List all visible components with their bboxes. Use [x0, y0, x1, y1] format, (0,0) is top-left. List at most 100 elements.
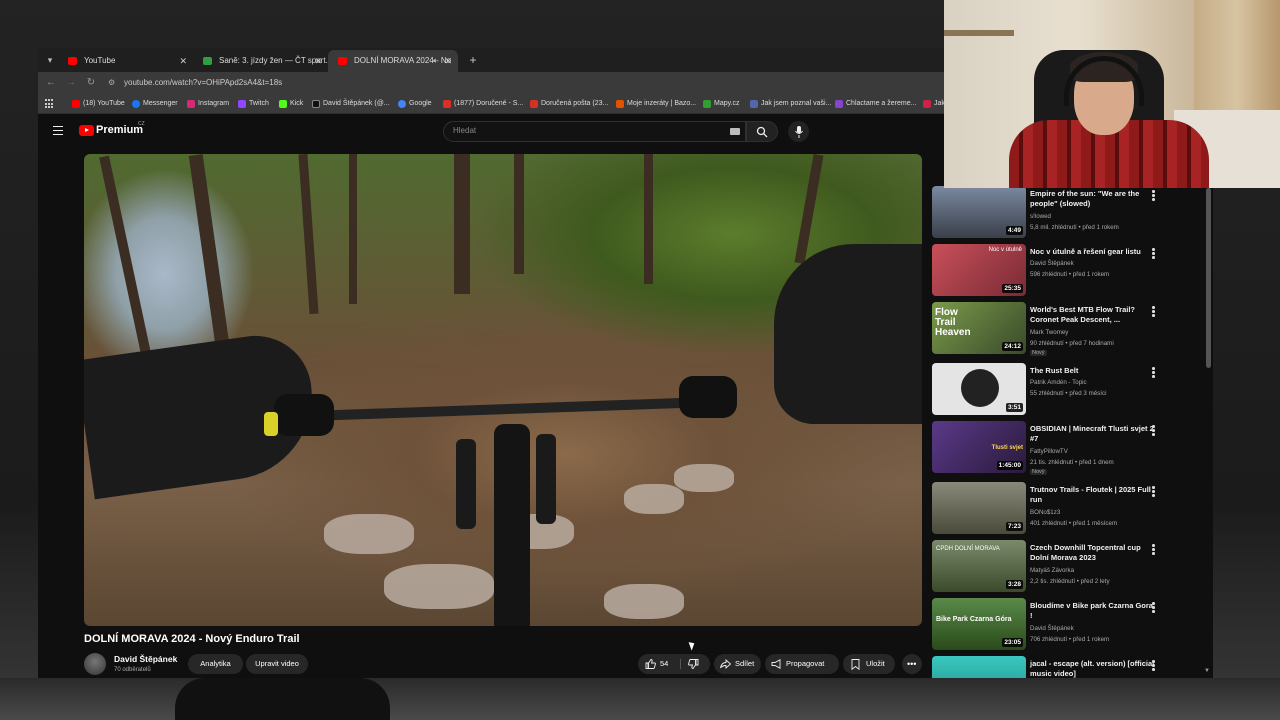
site-info-icon[interactable]: ⚙︎: [108, 75, 118, 91]
bookmark-item[interactable]: Doručená pošta (23...: [530, 94, 608, 114]
reload-icon[interactable]: ↻: [84, 76, 98, 90]
share-button[interactable]: Sdílet: [714, 654, 761, 674]
bookmark-item[interactable]: Kick: [279, 94, 303, 114]
video-player[interactable]: [84, 154, 922, 626]
related-video-item[interactable]: Tlusti svjet 1:45:00 OBSIDIAN | Minecraf…: [930, 421, 1200, 475]
channel-name[interactable]: David Štěpánek: [114, 654, 177, 664]
bookmark-item[interactable]: Jak jsem poznal vaši...: [750, 94, 831, 114]
bookmark-item[interactable]: (18) YouTube: [72, 94, 125, 114]
related-video-title[interactable]: World's Best MTB Flow Trail? Coronet Pea…: [1030, 305, 1155, 325]
audio-playing-icon[interactable]: 🔈︎: [433, 50, 438, 72]
youtube-brand[interactable]: Premium: [96, 124, 143, 136]
video-thumbnail[interactable]: 4:49: [932, 186, 1026, 238]
close-tab-icon[interactable]: ✕: [179, 50, 187, 72]
bookmark-label: Mapy.cz: [714, 100, 740, 107]
related-video-item[interactable]: Noc v útulně 25:35 Noc v útulně a řešení…: [930, 244, 1200, 296]
related-video-title[interactable]: jacal - escape (alt. version) [official …: [1030, 659, 1155, 678]
tab-ct-sport[interactable]: Saně: 3. jízdy žen — ČT sport... ✕: [193, 50, 328, 72]
more-vertical-icon[interactable]: [1152, 660, 1156, 672]
google-icon: [398, 100, 406, 108]
related-video-title[interactable]: Czech Downhill Topcentral cup Dolní Mora…: [1030, 543, 1155, 563]
bookmark-item[interactable]: David Štěpánek (@...: [312, 94, 390, 114]
bookmark-item[interactable]: Messenger: [132, 94, 178, 114]
forward-arrow-icon[interactable]: →: [64, 76, 78, 90]
mail-icon: [443, 100, 451, 108]
rock: [604, 584, 684, 619]
save-button[interactable]: Uložit: [843, 654, 895, 674]
analytics-button[interactable]: Analytika: [188, 654, 243, 674]
related-channel[interactable]: s!lowed: [1030, 213, 1051, 220]
tab-search-dropdown-icon[interactable]: ▾: [42, 52, 58, 68]
close-tab-icon[interactable]: ✕: [314, 50, 322, 72]
search-button[interactable]: [746, 121, 778, 142]
more-vertical-icon[interactable]: [1152, 602, 1156, 614]
bookmark-item[interactable]: Jak: [923, 94, 945, 114]
related-video-title[interactable]: The Rust Belt: [1030, 366, 1155, 376]
bookmark-item[interactable]: Moje inzeráty | Bazo...: [616, 94, 696, 114]
related-video-title[interactable]: Trutnov Trails - Floutek | 2025 Full run: [1030, 485, 1155, 505]
edit-video-button[interactable]: Upravit video: [246, 654, 308, 674]
voice-search-button[interactable]: [788, 121, 809, 142]
video-thumbnail[interactable]: Flow Trail Heaven 24:12: [932, 302, 1026, 354]
video-thumbnail[interactable]: Noc v útulně 25:35: [932, 244, 1026, 296]
related-channel[interactable]: FattyPillowTV: [1030, 448, 1068, 455]
apps-grid-icon[interactable]: [45, 99, 55, 109]
bookmark-item[interactable]: Instagram: [187, 94, 229, 114]
related-video-item[interactable]: 7:23 Trutnov Trails - Floutek | 2025 Ful…: [930, 482, 1200, 534]
bookmark-item[interactable]: Chlactame a žereme...: [835, 94, 916, 114]
related-video-item[interactable]: 4:49 Empire of the sun: "We are the peop…: [930, 186, 1200, 238]
bookmark-item[interactable]: Google: [398, 94, 432, 114]
tab-active-video[interactable]: DOLNÍ MORAVA 2024 - No 🔈︎ ✕: [328, 50, 458, 72]
related-video-item[interactable]: 3:51 The Rust Belt Patrik Amdén - Topic …: [930, 363, 1200, 415]
url-field[interactable]: ⚙︎ youtube.com/watch?v=OHiPApd2sA4&t=18s: [108, 75, 808, 91]
video-thumbnail[interactable]: 7:23: [932, 482, 1026, 534]
keyboard-icon[interactable]: [730, 128, 740, 135]
new-badge: Nový: [1030, 469, 1047, 475]
related-channel[interactable]: Mark Twomey: [1030, 329, 1068, 336]
video-thumbnail[interactable]: Bike Park Czarna Góra 23:05: [932, 598, 1026, 650]
related-channel[interactable]: Matyáš Závorka: [1030, 567, 1074, 574]
related-channel[interactable]: David Štěpánek: [1030, 625, 1074, 632]
search-input[interactable]: Hledat: [443, 121, 746, 142]
more-vertical-icon[interactable]: [1152, 190, 1156, 202]
related-video-item[interactable]: Bike Park Czarna Góra 23:05 Bloudíme v B…: [930, 598, 1200, 650]
related-channel[interactable]: Patrik Amdén - Topic: [1030, 379, 1087, 386]
back-arrow-icon[interactable]: ←: [44, 76, 58, 90]
rock: [324, 514, 414, 554]
more-vertical-icon[interactable]: [1152, 486, 1156, 498]
related-video-item[interactable]: Flow Trail Heaven 24:12 World's Best MTB…: [930, 302, 1200, 356]
close-tab-icon[interactable]: ✕: [444, 50, 452, 72]
thumbs-up-icon[interactable]: [645, 659, 656, 669]
more-vertical-icon[interactable]: [1152, 306, 1156, 318]
related-video-title[interactable]: OBSIDIAN | Minecraft Tlusti svjet 2 #7: [1030, 424, 1155, 444]
related-video-title[interactable]: Bloudíme v Bike park Czarna Gora !: [1030, 601, 1155, 621]
more-actions-button[interactable]: •••: [902, 654, 922, 674]
related-channel[interactable]: David Štěpánek: [1030, 260, 1074, 267]
related-video-title[interactable]: Empire of the sun: "We are the people" (…: [1030, 189, 1155, 209]
bookmark-item[interactable]: (1877) Doručené - S...: [443, 94, 523, 114]
video-thumbnail[interactable]: Tlusti svjet 1:45:00: [932, 421, 1026, 473]
bookmark-item[interactable]: Twitch: [238, 94, 269, 114]
more-vertical-icon[interactable]: [1152, 248, 1156, 260]
related-video-item[interactable]: jacal - escape (alt. version) [official …: [930, 656, 1200, 678]
thumbs-down-icon[interactable]: [688, 659, 699, 669]
video-thumbnail[interactable]: [932, 656, 1026, 678]
menu-icon[interactable]: [53, 126, 63, 135]
more-vertical-icon[interactable]: [1152, 544, 1156, 556]
related-meta: 706 zhlédnutí • před 1 rokem: [1030, 636, 1110, 643]
bookmark-label: Chlactame a žereme...: [846, 100, 917, 107]
related-video-title[interactable]: Noc v útulně a řešení gear listu: [1030, 247, 1155, 257]
tab-youtube[interactable]: YouTube ✕: [58, 50, 193, 72]
video-thumbnail[interactable]: CPDH DOLNÍ MORAVA 3:28: [932, 540, 1026, 592]
desktop-shadow: [175, 678, 390, 720]
more-vertical-icon[interactable]: [1152, 367, 1156, 379]
new-tab-button[interactable]: +: [466, 51, 480, 69]
promote-button[interactable]: Propagovat: [765, 654, 839, 674]
more-vertical-icon[interactable]: [1152, 425, 1156, 437]
related-channel[interactable]: BONo$1z3: [1030, 509, 1060, 516]
channel-avatar[interactable]: [84, 653, 106, 675]
video-thumbnail[interactable]: 3:51: [932, 363, 1026, 415]
related-video-item[interactable]: CPDH DOLNÍ MORAVA 3:28 Czech Downhill To…: [930, 540, 1200, 592]
bookmark-item[interactable]: Mapy.cz: [703, 94, 740, 114]
youtube-logo-icon[interactable]: [79, 125, 94, 136]
